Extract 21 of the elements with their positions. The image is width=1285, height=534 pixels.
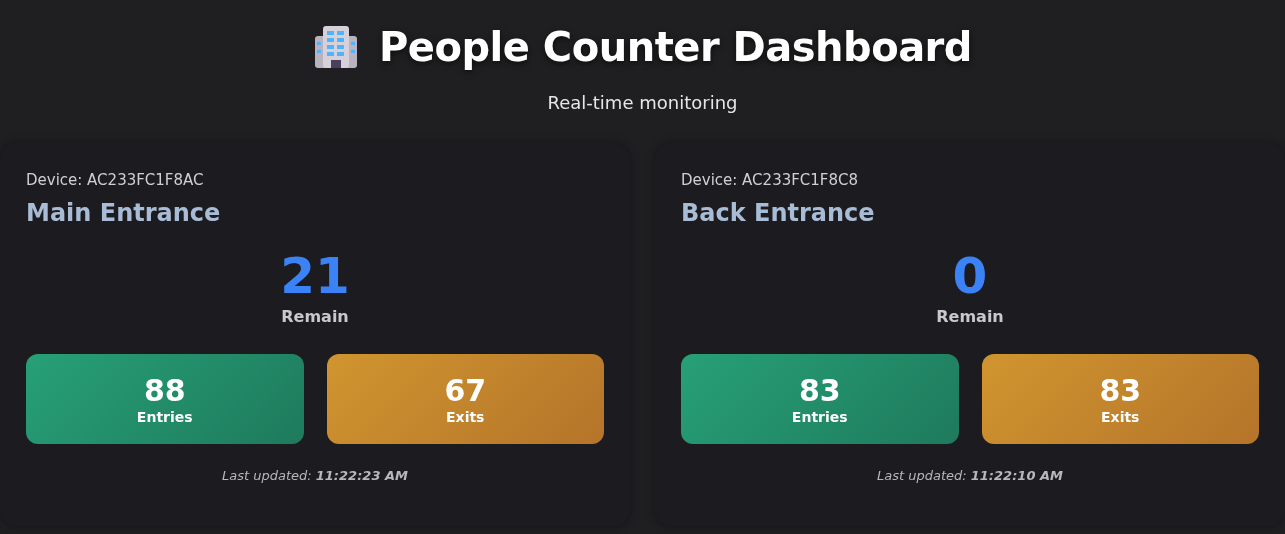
remain-label: Remain	[281, 307, 349, 326]
stat-value: 83	[798, 373, 841, 407]
remain-count: 21	[280, 251, 350, 301]
location-name: Back Entrance	[681, 199, 876, 227]
stat-label: Entries	[136, 408, 193, 425]
device-id: Device: AC233FC1F8C8	[681, 171, 860, 189]
remain-label: Remain	[936, 307, 1004, 326]
last-updated: Last updated: 11:22:23 AM	[221, 468, 409, 483]
dashboard-title: People Counter Dashboard	[379, 24, 972, 70]
stat-label: Exits	[446, 408, 485, 425]
remain-count: 0	[952, 251, 988, 301]
last-updated: Last updated: 11:22:10 AM	[876, 468, 1064, 483]
stat-label: Exits	[1101, 408, 1140, 425]
stat-value: 88	[143, 373, 186, 407]
building-icon	[313, 24, 359, 70]
device-id: Device: AC233FC1F8AC	[26, 171, 205, 189]
stat-value: 83	[1099, 373, 1142, 407]
stat-value: 67	[444, 373, 487, 407]
stat-label: Entries	[791, 408, 848, 425]
dashboard-subtitle: Real-time monitoring	[547, 92, 738, 113]
location-name: Main Entrance	[26, 199, 222, 227]
